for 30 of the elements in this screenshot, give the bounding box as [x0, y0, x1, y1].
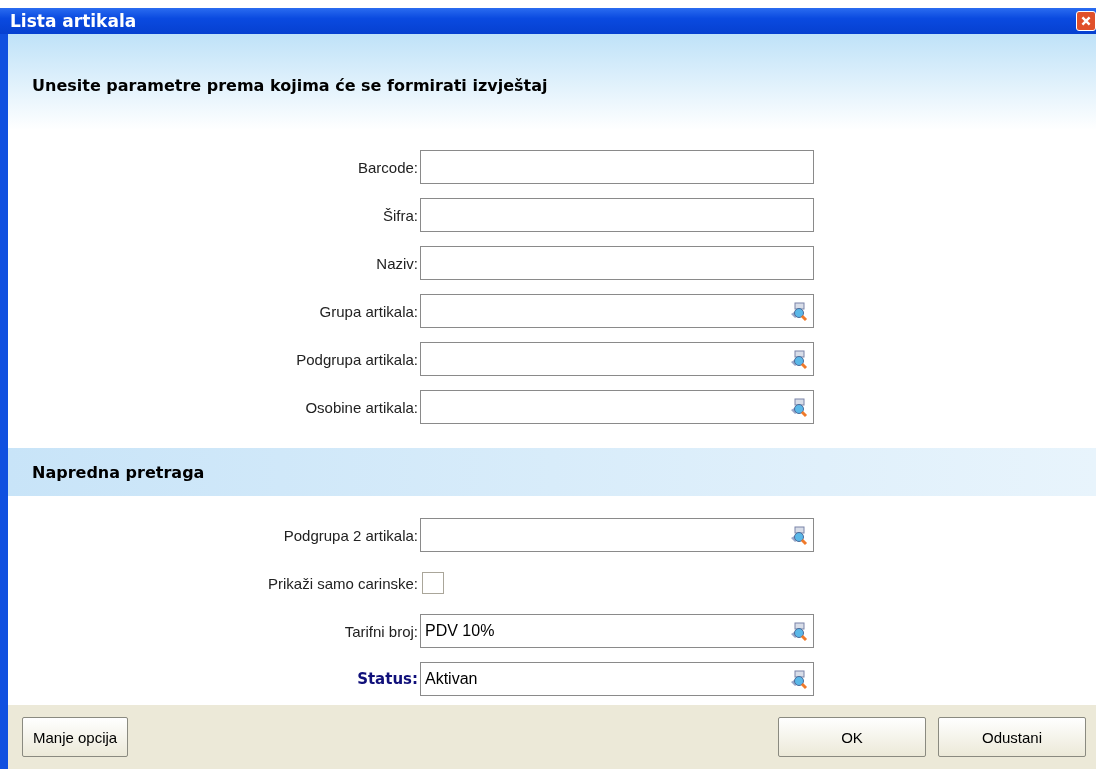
field-label: Barcode:	[356, 158, 419, 176]
header-text: Unesite parametre prema kojima će se formirati izvještaj	[32, 76, 548, 95]
lookup-field[interactable]	[420, 294, 814, 328]
field-value: PDV 10%	[425, 622, 495, 639]
less-options-button[interactable]: Manje opcija	[22, 717, 129, 757]
lookup-field[interactable]	[420, 390, 814, 424]
section-title: Napredna pretraga	[32, 462, 205, 482]
field-value: Aktivan	[425, 670, 478, 687]
window-title: Lista artikala	[10, 11, 137, 31]
close-button[interactable]	[1076, 11, 1096, 31]
input-field[interactable]	[420, 246, 814, 280]
field-label: Podgrupa artikala:	[295, 350, 419, 368]
dialog-button[interactable]: Odustani	[938, 717, 1086, 757]
field-label: Šifra:	[382, 206, 419, 224]
field-label: Osobine artikala:	[304, 398, 419, 416]
field-label: Prikaži samo carinske:	[266, 574, 419, 592]
field-label: Status:	[356, 670, 419, 688]
field-label: Podgrupa 2 artikala:	[282, 526, 419, 544]
checkbox[interactable]	[422, 572, 444, 594]
input-field[interactable]	[420, 198, 814, 232]
field-label: Tarifni broj:	[343, 622, 419, 640]
lookup-field[interactable]	[420, 342, 814, 376]
field-label: Grupa artikala:	[318, 302, 419, 320]
lookup-field[interactable]	[420, 518, 814, 552]
lookup-field[interactable]: PDV 10%	[420, 614, 814, 648]
field-label: Naziv:	[375, 254, 419, 272]
close-icon	[1080, 15, 1092, 27]
input-field[interactable]	[420, 150, 814, 184]
lookup-field[interactable]: Aktivan	[420, 662, 814, 696]
dialog-button[interactable]: OK	[778, 717, 926, 757]
